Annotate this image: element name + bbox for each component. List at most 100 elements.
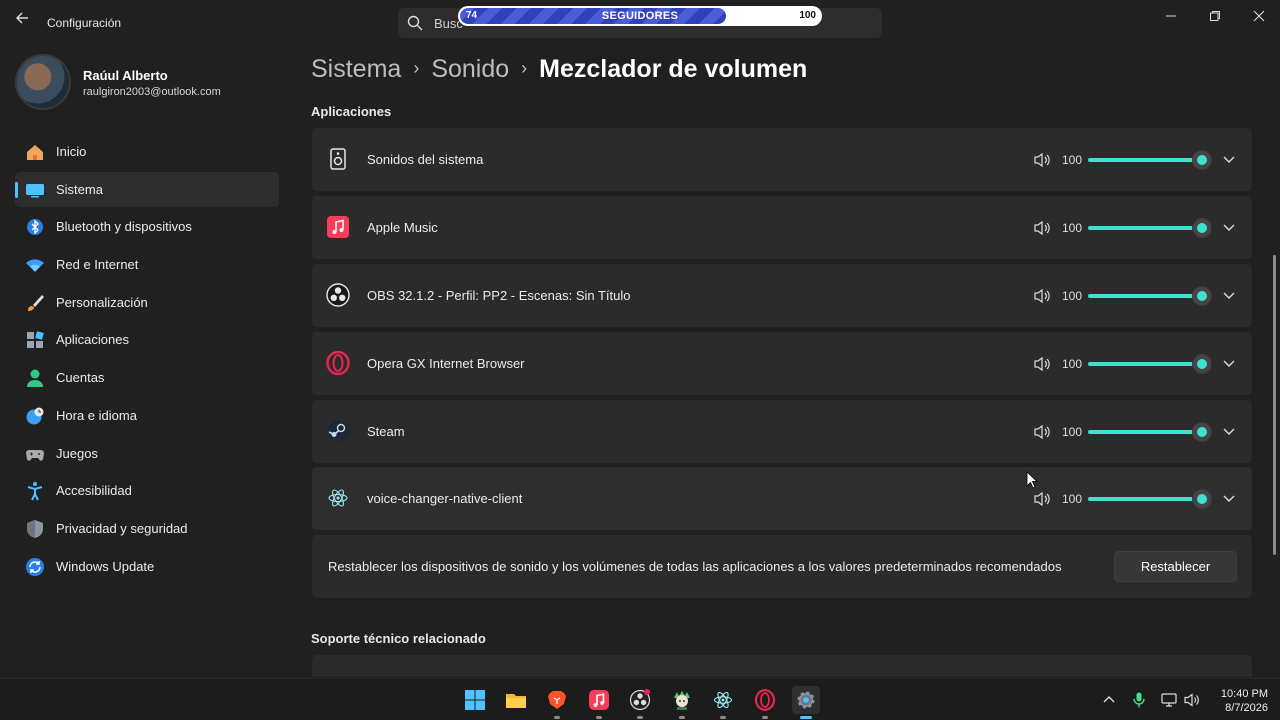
- chevron-up-icon[interactable]: [1100, 691, 1118, 709]
- chevron-down-icon[interactable]: [1220, 354, 1238, 372]
- support-card[interactable]: [312, 655, 1252, 677]
- running-indicator: [762, 716, 768, 719]
- taskbar-brave[interactable]: [543, 686, 571, 719]
- chevron-down-icon[interactable]: [1220, 218, 1238, 236]
- slider-fill: [1088, 226, 1202, 230]
- chevron-down-icon[interactable]: [1220, 150, 1238, 168]
- page-title: Mezclador de volumen: [539, 55, 808, 83]
- close-button[interactable]: [1248, 6, 1270, 28]
- speaker-tray-icon[interactable]: [1183, 691, 1201, 709]
- settings-icon: [797, 691, 815, 709]
- shield-icon: [27, 519, 43, 538]
- sidebar-item-label: Sistema: [56, 181, 103, 197]
- sidebar-item-aplicaciones[interactable]: Aplicaciones: [15, 322, 279, 357]
- slider-thumb[interactable]: [1192, 422, 1212, 442]
- breadcrumb-sistema[interactable]: Sistema: [311, 55, 401, 83]
- sidebar-item-bluetooth[interactable]: Bluetooth y dispositivos: [15, 209, 279, 244]
- app-title: Configuración: [47, 16, 122, 30]
- sidebar-item-sistema[interactable]: Sistema: [15, 171, 279, 207]
- taskbar-start-button[interactable]: [461, 686, 489, 714]
- volume-icon[interactable]: [1032, 422, 1052, 442]
- volume-slider[interactable]: [1088, 489, 1212, 509]
- maximize-button[interactable]: [1204, 6, 1226, 28]
- volume-value: 100: [1062, 153, 1083, 167]
- volume-slider[interactable]: [1088, 422, 1212, 442]
- sidebar-item-label: Personalización: [56, 294, 148, 310]
- slider-thumb[interactable]: [1192, 489, 1212, 509]
- steam-icon: [327, 420, 349, 442]
- sidebar-item-accesibilidad[interactable]: Accesibilidad: [15, 473, 279, 508]
- reset-description: Restablecer los dispositivos de sonido y…: [328, 559, 1062, 574]
- volume-slider[interactable]: [1088, 150, 1212, 170]
- taskbar: 10:40 PM 8/7/2026: [0, 678, 1280, 720]
- sidebar-item-hora[interactable]: Hora e idioma: [15, 398, 279, 433]
- sidebar-item-label: Inicio: [56, 144, 87, 159]
- slider-thumb[interactable]: [1192, 354, 1212, 374]
- chevron-right-icon: ›: [521, 58, 528, 78]
- wifi-icon: [26, 259, 44, 273]
- taskbar-opera-gx[interactable]: [751, 686, 779, 719]
- taskbar-settings[interactable]: [792, 686, 820, 719]
- slider-fill: [1088, 294, 1202, 298]
- volume-value: 100: [1062, 221, 1083, 235]
- volume-icon[interactable]: [1032, 218, 1052, 238]
- breadcrumb-sonido[interactable]: Sonido: [431, 55, 509, 83]
- slider-thumb[interactable]: [1192, 218, 1212, 238]
- taskbar-apple-music[interactable]: [585, 686, 613, 719]
- chevron-down-icon[interactable]: [1220, 422, 1238, 440]
- taskbar-obs[interactable]: [626, 686, 654, 719]
- reset-button[interactable]: Restablecer: [1114, 551, 1237, 582]
- running-indicator: [720, 716, 726, 719]
- sidebar-item-personalizacion[interactable]: Personalización: [15, 285, 279, 320]
- sidebar-item-juegos[interactable]: Juegos: [15, 436, 279, 471]
- electron-icon: [328, 489, 348, 507]
- clock-date: 8/7/2026: [1225, 702, 1268, 714]
- sidebar-item-label: Hora e idioma: [56, 407, 137, 423]
- followers-goal: 100: [799, 10, 816, 21]
- sidebar-item-windows-update[interactable]: Windows Update: [15, 549, 279, 584]
- scrollbar[interactable]: [1273, 255, 1276, 555]
- opera-gx-icon: [754, 689, 776, 711]
- minimize-button[interactable]: [1160, 6, 1182, 28]
- chevron-down-icon[interactable]: [1220, 489, 1238, 507]
- volume-icon[interactable]: [1032, 489, 1052, 509]
- slider-thumb[interactable]: [1192, 150, 1212, 170]
- sidebar-item-red[interactable]: Red e Internet: [15, 247, 279, 282]
- app-row-apple-music: Apple Music 100: [312, 196, 1252, 259]
- taskbar-electron[interactable]: [709, 686, 737, 719]
- bluetooth-icon: [27, 219, 43, 236]
- volume-slider[interactable]: [1088, 354, 1212, 374]
- app-row-sonidos-sistema: Sonidos del sistema 100: [312, 128, 1252, 191]
- sidebar-item-cuentas[interactable]: Cuentas: [15, 360, 279, 395]
- sidebar-item-label: Juegos: [56, 445, 98, 461]
- volume-icon[interactable]: [1032, 354, 1052, 374]
- back-arrow-icon[interactable]: [10, 10, 34, 34]
- app-row-opera-gx: Opera GX Internet Browser 100: [312, 332, 1252, 395]
- sidebar-item-privacidad[interactable]: Privacidad y seguridad: [15, 511, 279, 546]
- slider-thumb[interactable]: [1192, 286, 1212, 306]
- chevron-down-icon[interactable]: [1220, 286, 1238, 304]
- volume-icon[interactable]: [1032, 286, 1052, 306]
- sidebar-item-inicio[interactable]: Inicio: [15, 134, 279, 169]
- app-row-obs: OBS 32.1.2 - Perfil: PP2 - Escenas: Sin …: [312, 264, 1252, 327]
- slider-fill: [1088, 430, 1202, 434]
- obs-icon: [629, 689, 651, 711]
- search-icon: [407, 15, 423, 31]
- microphone-icon[interactable]: [1130, 691, 1148, 709]
- user-email: raulgiron2003@outlook.com: [83, 86, 221, 98]
- volume-slider[interactable]: [1088, 218, 1212, 238]
- taskbar-file-explorer[interactable]: [502, 686, 530, 714]
- sidebar-item-label: Aplicaciones: [56, 332, 129, 348]
- app-row-voice-changer: voice-changer-native-client 100: [312, 467, 1252, 530]
- taskbar-clock[interactable]: 10:40 PM 8/7/2026: [1212, 687, 1268, 715]
- volume-icon[interactable]: [1032, 150, 1052, 170]
- apps-icon: [27, 331, 44, 349]
- clock-time: 10:40 PM: [1220, 688, 1268, 700]
- chevron-right-icon: ›: [413, 58, 420, 78]
- volume-value: 100: [1062, 289, 1083, 303]
- taskbar-character-app[interactable]: [668, 686, 696, 719]
- update-icon: [26, 557, 44, 576]
- volume-slider[interactable]: [1088, 286, 1212, 306]
- speaker-icon: [330, 148, 346, 170]
- network-icon[interactable]: [1160, 691, 1178, 709]
